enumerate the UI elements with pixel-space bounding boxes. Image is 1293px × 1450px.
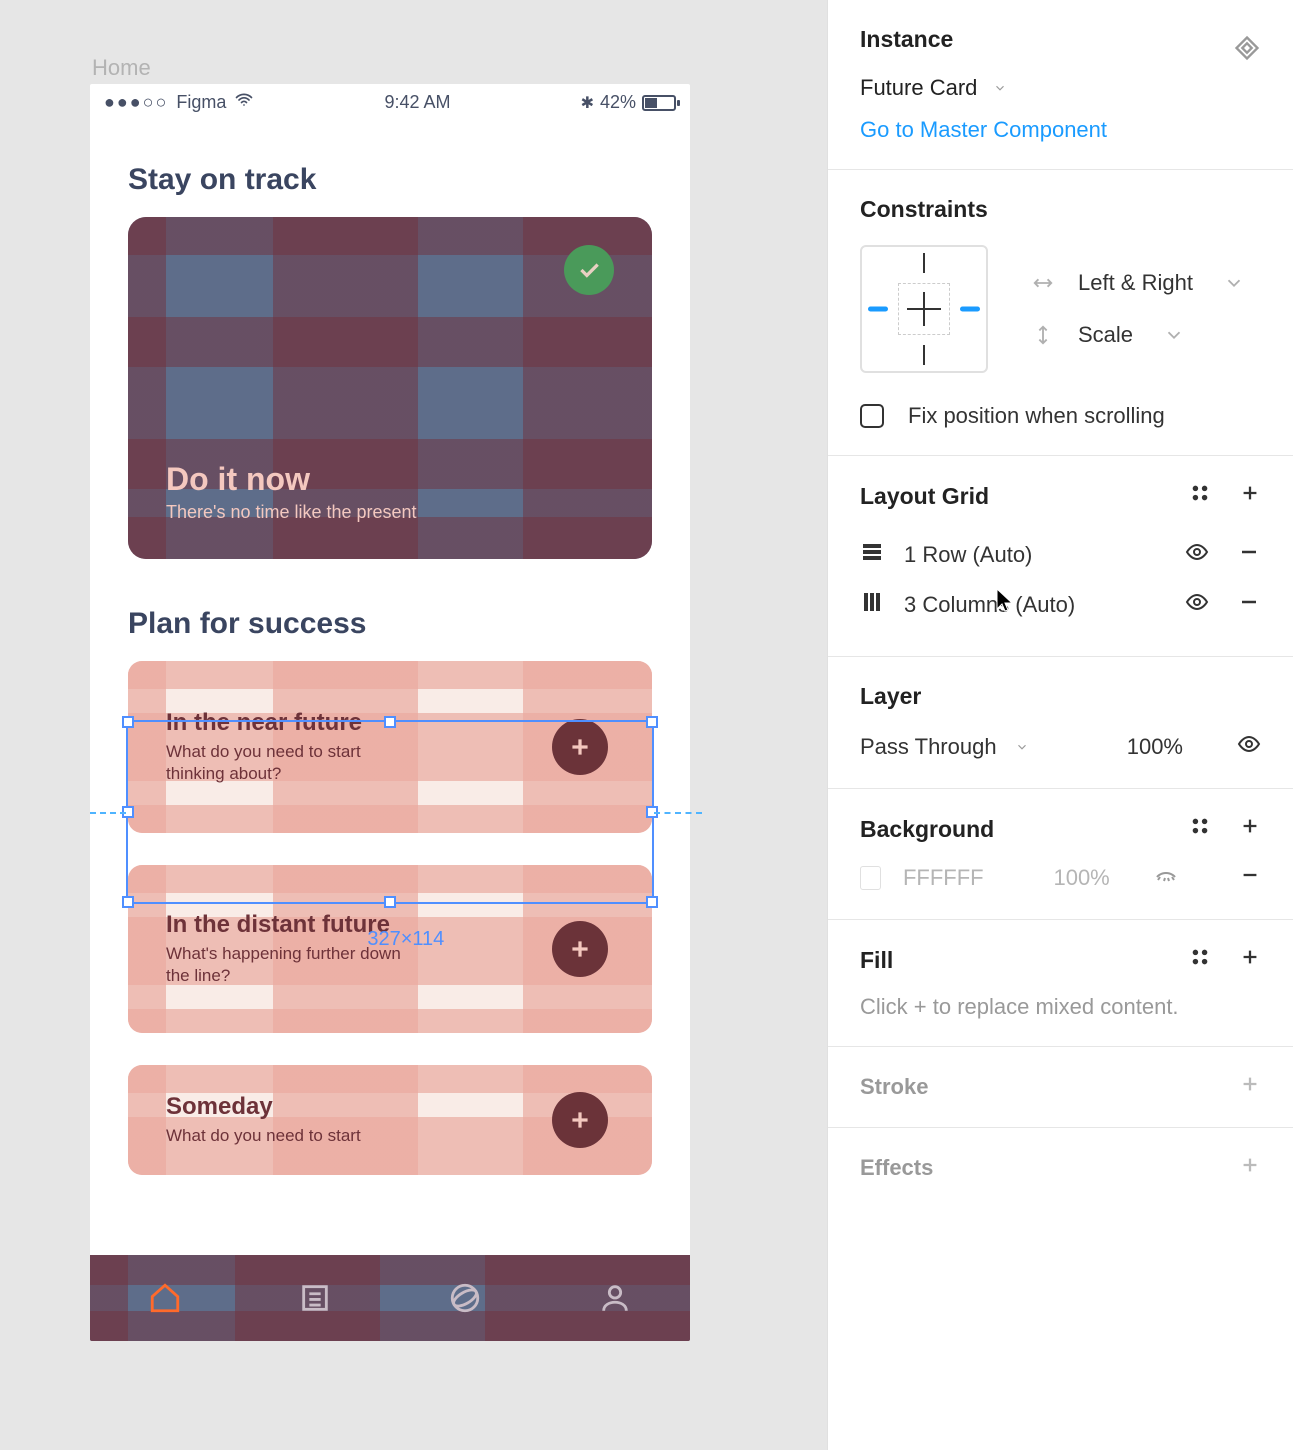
card-title: Do it now [166, 461, 417, 498]
rows-icon [860, 540, 884, 570]
section-title-plan: Plan for success [90, 559, 690, 661]
visibility-icon[interactable] [1185, 590, 1209, 620]
add-icon[interactable] [552, 719, 608, 775]
constraints-header: Constraints [860, 196, 1261, 223]
grid-col-item[interactable]: 3 Columns (Auto) [860, 580, 1261, 630]
fill-mixed-message: Click + to replace mixed content. [860, 994, 1261, 1020]
add-background-icon[interactable] [1239, 815, 1261, 843]
color-swatch[interactable] [860, 866, 881, 890]
style-icon[interactable] [1189, 946, 1211, 974]
fix-position-label: Fix position when scrolling [908, 403, 1165, 429]
bg-opacity-input[interactable]: 100% [1053, 865, 1109, 891]
bg-hex-input[interactable]: FFFFFF [903, 865, 984, 891]
add-icon[interactable] [552, 1092, 608, 1148]
remove-icon[interactable] [1237, 540, 1261, 570]
add-fill-icon[interactable] [1239, 946, 1261, 974]
effects-header: Effects [860, 1155, 933, 1181]
stroke-section[interactable]: Stroke [828, 1047, 1293, 1128]
grid-row-item[interactable]: 1 Row (Auto) [860, 530, 1261, 580]
chevron-down-icon [1015, 740, 1029, 754]
phone-frame[interactable]: ●●●○○ Figma 9:42 AM ✱ 42% Stay on track … [90, 84, 690, 1341]
time-label: 9:42 AM [384, 92, 450, 113]
instance-header: Instance [860, 26, 953, 53]
future-card-subtitle: What do you need to start [166, 1125, 361, 1147]
layer-opacity-input[interactable]: 100% [1127, 734, 1183, 760]
add-grid-icon[interactable] [1239, 482, 1261, 510]
layer-section: Layer Pass Through 100% [828, 657, 1293, 789]
background-section: Background FFFFFF 100% [828, 789, 1293, 920]
wifi-icon [234, 90, 254, 115]
guide-line [90, 812, 126, 814]
battery-pct: 42% [600, 92, 636, 113]
section-title-stay: Stay on track [90, 115, 690, 217]
tab-bar [90, 1255, 690, 1341]
future-card-subtitle: What do you need to start thinking about… [166, 741, 416, 785]
fill-section: Fill Click + to replace mixed content. [828, 920, 1293, 1047]
tab-list[interactable] [240, 1255, 390, 1341]
visibility-icon[interactable] [1185, 540, 1209, 570]
style-icon[interactable] [1189, 815, 1211, 843]
constraints-section: Constraints Left & Right Scale [828, 170, 1293, 456]
vertical-constraint-value: Scale [1078, 322, 1133, 348]
instance-name: Future Card [860, 75, 977, 101]
blend-mode-select[interactable]: Pass Through [860, 734, 997, 760]
background-header: Background [860, 816, 994, 843]
add-effect-icon[interactable] [1239, 1154, 1261, 1182]
reset-instance-icon[interactable] [1233, 34, 1261, 68]
layout-grid-section: Layout Grid 1 Row (Auto) 3 Columns (Auto… [828, 456, 1293, 657]
battery-icon [642, 95, 676, 111]
grid-row-label: 1 Row (Auto) [904, 542, 1032, 568]
canvas[interactable]: Home ●●●○○ Figma 9:42 AM ✱ 42% Stay on t… [0, 0, 827, 1450]
future-card-title: Someday [166, 1093, 361, 1121]
vertical-constraint-select[interactable]: Scale [1032, 322, 1245, 348]
do-it-now-card[interactable]: Do it now There's no time like the prese… [128, 217, 652, 559]
fill-header: Fill [860, 947, 893, 974]
check-icon[interactable] [564, 245, 614, 295]
card-subtitle: There's no time like the present [166, 502, 417, 523]
instance-section: Instance Future Card Go to Master Compon… [828, 0, 1293, 170]
guide-line [654, 812, 702, 814]
selection-dimensions: 327×114 [367, 928, 444, 951]
future-card-near[interactable]: In the near future What do you need to s… [128, 661, 652, 833]
fix-position-checkbox[interactable]: Fix position when scrolling [860, 403, 1261, 429]
carrier-label: Figma [176, 92, 226, 113]
stroke-header: Stroke [860, 1074, 928, 1100]
grid-col-label: 3 Columns (Auto) [904, 592, 1075, 618]
signal-dots-icon: ●●●○○ [104, 92, 168, 113]
tab-profile[interactable] [540, 1255, 690, 1341]
instance-name-dropdown[interactable]: Future Card [860, 75, 1261, 101]
cursor-icon [994, 587, 1016, 620]
horizontal-constraint-value: Left & Right [1078, 270, 1193, 296]
future-card-title: In the near future [166, 709, 416, 737]
columns-icon [860, 590, 884, 620]
add-icon[interactable] [552, 921, 608, 977]
constraint-widget[interactable] [860, 245, 988, 373]
frame-name-label[interactable]: Home [92, 55, 151, 81]
remove-icon[interactable] [1239, 864, 1261, 892]
horizontal-constraint-select[interactable]: Left & Right [1032, 270, 1245, 296]
tab-explore[interactable] [390, 1255, 540, 1341]
grid-styles-icon[interactable] [1189, 482, 1211, 510]
effects-section[interactable]: Effects [828, 1128, 1293, 1208]
visibility-icon[interactable] [1237, 732, 1261, 762]
add-stroke-icon[interactable] [1239, 1073, 1261, 1101]
checkbox-icon [860, 404, 884, 428]
bluetooth-icon: ✱ [581, 93, 594, 113]
tab-home[interactable] [90, 1255, 240, 1341]
future-card-someday[interactable]: Someday What do you need to start [128, 1065, 652, 1175]
remove-icon[interactable] [1237, 590, 1261, 620]
layout-grid-header: Layout Grid [860, 483, 989, 510]
status-bar: ●●●○○ Figma 9:42 AM ✱ 42% [90, 84, 690, 115]
hidden-icon[interactable] [1154, 863, 1178, 893]
properties-panel: Instance Future Card Go to Master Compon… [827, 0, 1293, 1450]
layer-header: Layer [860, 683, 1261, 710]
go-to-master-link[interactable]: Go to Master Component [860, 117, 1261, 143]
